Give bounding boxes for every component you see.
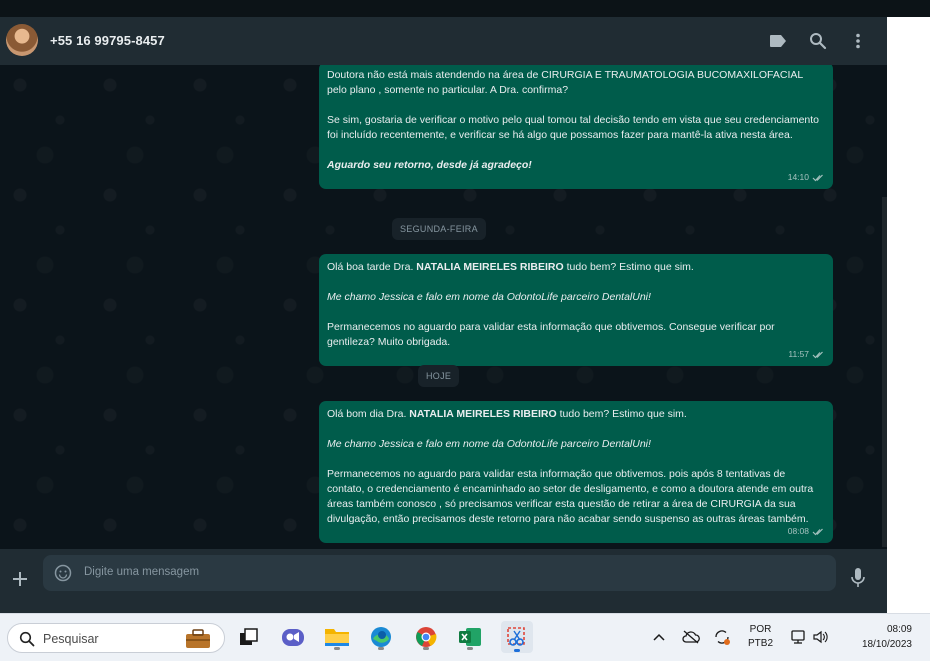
message-meta: 14:10 [788,170,825,185]
message-input-placeholder: Digite uma mensagem [84,566,200,578]
message-time: 11:57 [788,349,809,359]
message-greeting: Olá bom dia Dra. NATALIA MEIRELES RIBEIR… [327,408,687,420]
message-time: 08:08 [787,526,809,536]
message-greeting: Olá boa tarde Dra. NATALIA MEIRELES RIBE… [327,261,694,273]
plus-icon[interactable] [10,569,32,591]
emoji-icon[interactable] [54,564,72,582]
chat-header[interactable]: +55 16 99795-8457 [0,17,887,65]
windows-taskbar: Pesquisar POR PTB2 08:09 18/10/2023 [0,613,930,661]
message-meta: 11:57 [788,347,825,362]
excel-icon[interactable] [456,623,484,651]
briefcase-icon [180,628,216,650]
contact-name[interactable]: +55 16 99795-8457 [50,33,165,48]
search-icon [19,631,35,647]
window-top-strip [0,0,930,17]
network-icon[interactable] [788,623,810,651]
message-composer: Digite uma mensagem [0,549,887,613]
running-indicator [334,647,340,650]
message-bubble[interactable]: Doutora não está mais atendendo na área … [319,65,833,189]
chrome-icon[interactable] [412,623,440,651]
running-indicator [467,647,473,650]
date-separator: HOJE [418,365,460,387]
taskbar-clock[interactable]: 08:09 18/10/2023 [862,622,912,652]
message-bubble[interactable]: Olá boa tarde Dra. NATALIA MEIRELES RIBE… [319,254,833,366]
keyboard-layout-label: PTB2 [748,638,774,649]
taskbar-search[interactable]: Pesquisar [7,623,225,653]
message-time: 14:10 [787,172,809,182]
double-check-icon [812,174,823,181]
search-icon[interactable] [807,30,829,52]
double-check-icon [812,351,823,358]
clock-time: 08:09 [886,624,912,635]
menu-dots-icon[interactable] [847,30,869,52]
mic-icon[interactable] [850,567,866,589]
taskbar-search-placeholder: Pesquisar [43,632,99,646]
double-check-icon [812,528,823,535]
message-text: Permanecemos no aguardo para validar est… [327,468,814,525]
label-icon[interactable] [767,30,789,52]
contact-avatar[interactable] [6,24,38,56]
running-indicator [423,647,429,650]
chevron-up-icon[interactable] [648,623,670,651]
message-text: Permanecemos no aguardo para validar est… [327,321,775,348]
input-language[interactable]: POR PTB2 [748,623,773,651]
file-explorer-icon[interactable] [323,623,351,651]
message-input[interactable]: Digite uma mensagem [43,555,836,591]
running-indicator [514,649,520,652]
message-text: Aguardo seu retorno, desde já agradeço! [327,159,532,171]
chat-messages-area[interactable]: Doutora não está mais atendendo na área … [0,65,887,549]
clock-date: 18/10/2023 [861,639,912,650]
message-intro: Me chamo Jessica e falo em nome da Odont… [327,438,651,450]
sync-icon[interactable] [711,623,733,651]
cloud-offline-icon[interactable] [680,623,702,651]
message-text: Se sim, gostaria de verificar o motivo p… [327,114,820,141]
date-separator: SEGUNDA-FEIRA [392,218,486,240]
teams-meet-icon[interactable] [279,623,307,651]
language-label: POR [749,624,772,635]
volume-icon[interactable] [810,623,832,651]
message-text: Doutora não está mais atendendo na área … [327,69,803,96]
message-meta: 08:08 [788,524,825,539]
whatsapp-window: +55 16 99795-8457 Doutora não está mais … [0,17,887,613]
message-bubble[interactable]: Olá bom dia Dra. NATALIA MEIRELES RIBEIR… [319,401,833,543]
edge-icon[interactable] [367,623,395,651]
desktop-background [887,17,930,613]
task-view-icon[interactable] [235,623,263,651]
running-indicator [378,647,384,650]
snipping-tool-icon[interactable] [501,621,533,653]
message-intro: Me chamo Jessica e falo em nome da Odont… [327,291,651,303]
